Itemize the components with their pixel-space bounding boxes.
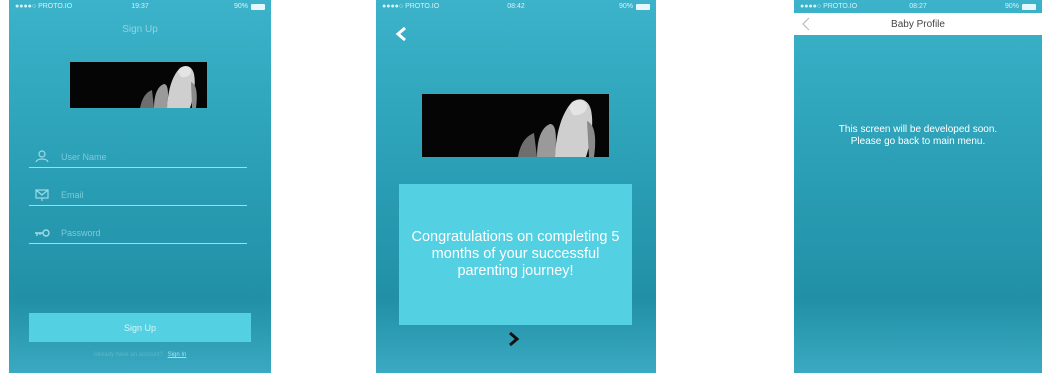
chevron-left-icon[interactable] (394, 26, 410, 42)
email-field (29, 184, 247, 206)
chevron-left-icon[interactable] (800, 17, 812, 31)
status-carrier: ●●●●○ PROTO.IO (15, 3, 73, 10)
email-icon (31, 186, 53, 204)
placeholder-message: This screen will be developed soon. Plea… (838, 124, 998, 147)
status-bar: ●●●●○ PROTO.IO 08:27 90% (794, 0, 1042, 13)
status-battery-text: 90% (233, 3, 248, 10)
battery-icon (250, 3, 265, 10)
page-title: Sign Up (122, 24, 158, 35)
status-battery-text: 90% (1005, 3, 1020, 10)
baby-profile-screen: ●●●●○ PROTO.IO 08:27 90% Baby Profile Th… (794, 0, 1042, 373)
signin-link[interactable]: Sign In (168, 352, 187, 358)
username-field (29, 146, 247, 168)
password-input[interactable] (53, 223, 247, 242)
baby-hand-image (70, 62, 207, 108)
email-input[interactable] (53, 185, 247, 204)
navigation-bar: Baby Profile (794, 13, 1042, 35)
status-battery-group: 90% (182, 3, 265, 10)
password-field (29, 222, 247, 244)
username-input[interactable] (53, 147, 247, 166)
congrats-screen: ●●●●○ PROTO.IO 08:42 90% Congratulations… (376, 0, 656, 373)
user-icon (31, 148, 53, 166)
nav-title: Baby Profile (891, 18, 945, 30)
status-time: 08:42 (507, 3, 525, 10)
battery-icon (1022, 3, 1037, 10)
status-battery-group: 90% (957, 3, 1037, 10)
signin-prompt: Already have an account? Sign In (9, 352, 271, 358)
status-carrier: ●●●●○ PROTO.IO (382, 3, 440, 10)
chevron-right-icon[interactable] (505, 331, 521, 347)
signup-button[interactable]: Sign Up (29, 313, 251, 342)
key-icon (31, 224, 53, 242)
status-time: 19:37 (131, 3, 149, 10)
signup-screen: ●●●●○ PROTO.IO 19:37 90% Sign Up User Na… (9, 0, 271, 373)
battery-icon (635, 3, 650, 10)
status-battery-text: 90% (618, 3, 633, 10)
status-time: 08:27 (909, 3, 927, 10)
status-bar: ●●●●○ PROTO.IO 08:42 90% (376, 0, 656, 13)
congrats-message: Congratulations on completing 5 months o… (411, 229, 620, 279)
status-carrier: ●●●●○ PROTO.IO (800, 3, 858, 10)
status-bar: ●●●●○ PROTO.IO 19:37 90% (9, 0, 271, 13)
baby-hand-image (422, 94, 609, 157)
status-battery-group: 90% (561, 3, 650, 10)
signin-prompt-text: Already have an account? (93, 352, 164, 358)
congrats-card: Congratulations on completing 5 months o… (399, 184, 632, 325)
